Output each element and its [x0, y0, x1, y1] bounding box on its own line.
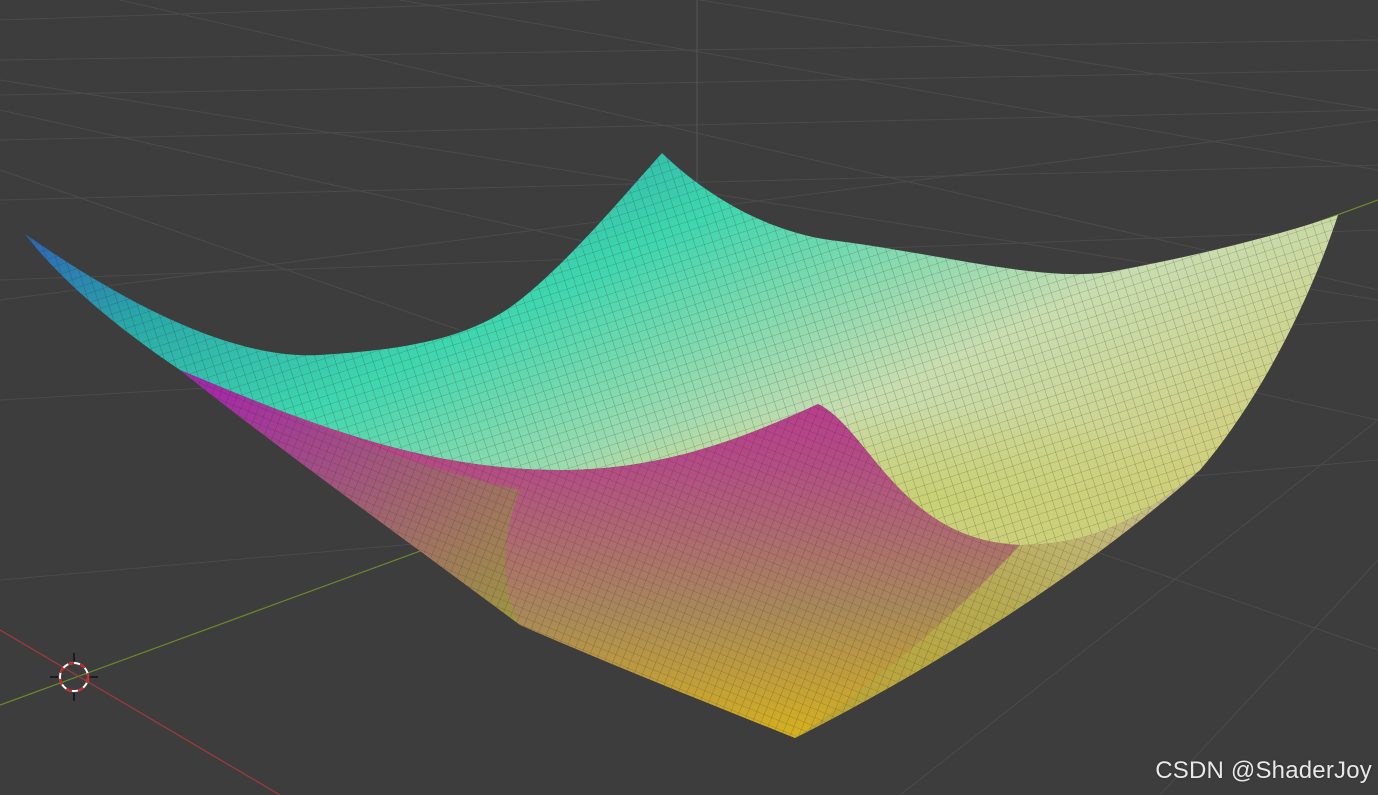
3d-cursor-icon[interactable]: [50, 653, 98, 701]
3d-viewport[interactable]: CSDN @ShaderJoy: [0, 0, 1378, 795]
watermark-text: CSDN @ShaderJoy: [1155, 757, 1372, 784]
viewport-scene[interactable]: [0, 0, 1378, 795]
surface-mesh[interactable]: [25, 153, 1338, 738]
axis-x: [0, 629, 281, 795]
